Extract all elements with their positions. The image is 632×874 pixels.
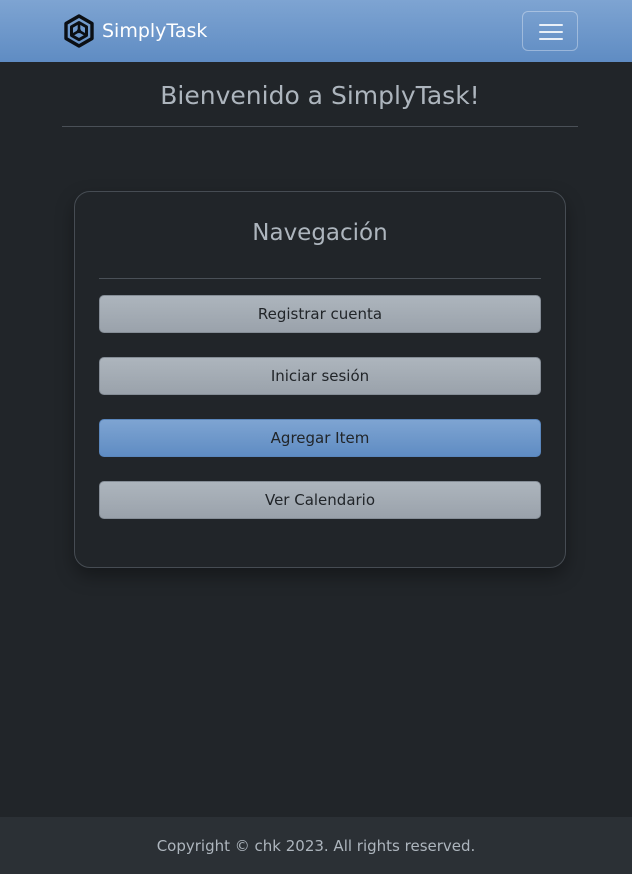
hexagon-cube-logo-icon	[62, 14, 96, 48]
hamburger-menu-icon-bar	[539, 31, 563, 33]
register-account-button[interactable]: Registrar cuenta	[99, 295, 541, 333]
navbar: SimplyTask	[0, 0, 632, 62]
add-item-button[interactable]: Agregar Item	[99, 419, 541, 457]
title-divider	[62, 126, 578, 127]
hamburger-menu-icon	[539, 24, 563, 26]
brand-link[interactable]: SimplyTask	[62, 13, 207, 49]
brand-name: SimplyTask	[102, 20, 208, 42]
card-title: Navegación	[252, 220, 388, 246]
navbar-toggler-button[interactable]	[522, 11, 578, 51]
login-button[interactable]: Iniciar sesión	[99, 357, 541, 395]
view-calendar-button[interactable]: Ver Calendario	[99, 481, 541, 519]
page-title: Bienvenido a SimplyTask!	[160, 81, 480, 110]
card-divider	[99, 278, 541, 279]
copyright-text: Copyright © chk 2023. All rights reserve…	[156, 837, 476, 855]
footer: Copyright © chk 2023. All rights reserve…	[0, 817, 632, 874]
navigation-card: Navegación Registrar cuenta Iniciar sesi…	[74, 191, 566, 568]
hamburger-menu-icon-bar	[539, 38, 563, 40]
